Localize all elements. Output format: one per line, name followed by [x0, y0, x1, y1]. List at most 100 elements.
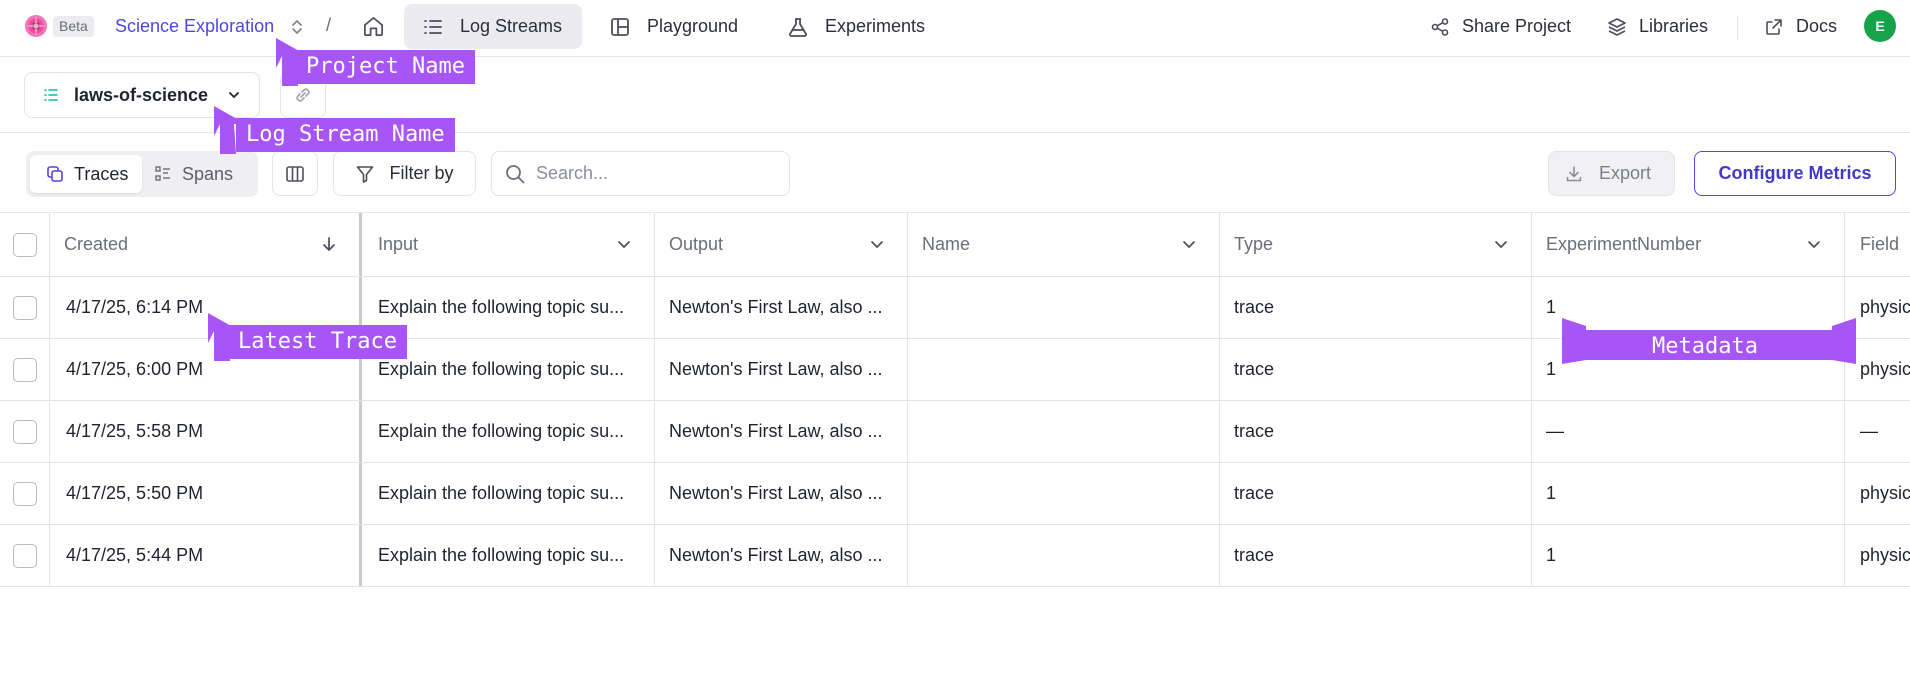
beta-badge: Beta: [53, 16, 94, 37]
cell-name: [908, 277, 1220, 338]
log-stream-name-annotation: Log Stream Name: [236, 118, 455, 152]
avatar[interactable]: E: [1864, 10, 1896, 42]
cell-type: trace: [1220, 525, 1532, 586]
cell-output: Newton's First Law, also ...: [655, 525, 908, 586]
column-header-label: ExperimentNumber: [1546, 234, 1702, 254]
project-name-annotation: Project Name: [296, 50, 475, 84]
chevron-up-down-icon[interactable]: [291, 17, 303, 37]
row-checkbox[interactable]: [12, 481, 37, 506]
tab-experiments-label: Experiments: [825, 16, 926, 36]
cell-created: 4/17/25, 5:50 PM: [50, 463, 362, 524]
cell-experiment-number: 1: [1532, 463, 1845, 524]
cell-input: Explain the following topic su...: [362, 401, 655, 462]
search-icon: [506, 164, 525, 183]
filter-label: Filter by: [389, 163, 454, 183]
filter-button[interactable]: Filter by: [333, 151, 476, 196]
breadcrumb-separator: /: [326, 15, 332, 35]
column-header-field[interactable]: Field: [1845, 213, 1910, 276]
row-select-cell: [0, 463, 50, 524]
layout-icon: [611, 17, 629, 36]
cell-type: trace: [1220, 401, 1532, 462]
chevron-down-icon: [229, 92, 239, 99]
external-link-icon: [1766, 18, 1782, 35]
cell-output: Newton's First Law, also ...: [655, 401, 908, 462]
column-header-label: Name: [922, 234, 971, 254]
traces-table: Created Input Output Name Type Experimen…: [0, 213, 1910, 587]
cell-type: trace: [1220, 463, 1532, 524]
home-icon[interactable]: [362, 15, 385, 38]
column-header-experiment-number[interactable]: ExperimentNumber: [1532, 213, 1845, 276]
column-header-input[interactable]: Input: [362, 213, 655, 276]
search-input[interactable]: [536, 163, 766, 184]
chevron-down-icon[interactable]: [869, 236, 885, 252]
share-project-label: Share Project: [1462, 16, 1572, 36]
tab-log-streams-label: Log Streams: [460, 16, 563, 36]
column-header-name[interactable]: Name: [908, 213, 1220, 276]
spans-tab[interactable]: Spans: [138, 155, 247, 193]
table-row[interactable]: 4/17/25, 5:44 PM Explain the following t…: [0, 525, 1910, 587]
column-header-type[interactable]: Type: [1220, 213, 1532, 276]
flask-icon: [789, 17, 807, 37]
row-select-cell: [0, 401, 50, 462]
view-toggle: Traces Spans: [26, 151, 258, 197]
export-button[interactable]: Export: [1548, 151, 1675, 196]
select-all-cell: [0, 213, 50, 276]
column-header-label: Output: [669, 234, 724, 254]
link-icon: [296, 88, 310, 102]
row-checkbox[interactable]: [12, 419, 37, 444]
column-header-label: Field: [1860, 234, 1900, 254]
cell-name: [908, 463, 1220, 524]
cell-experiment-number: —: [1532, 401, 1845, 462]
row-checkbox[interactable]: [12, 543, 37, 568]
table-row[interactable]: 4/17/25, 5:58 PM Explain the following t…: [0, 401, 1910, 463]
tab-playground-label: Playground: [647, 16, 739, 36]
traces-tab[interactable]: Traces: [30, 155, 143, 193]
row-checkbox[interactable]: [12, 357, 37, 382]
list-icon: [424, 19, 442, 34]
chevron-down-icon[interactable]: [1181, 236, 1197, 252]
search-box: [491, 151, 790, 196]
latest-trace-annotation: Latest Trace: [228, 325, 407, 359]
row-select-cell: [0, 525, 50, 586]
column-header-output[interactable]: Output: [655, 213, 908, 276]
configure-metrics-button[interactable]: Configure Metrics: [1694, 151, 1896, 196]
chevron-down-icon[interactable]: [616, 236, 632, 252]
libraries-label: Libraries: [1639, 16, 1709, 36]
cell-created: 4/17/25, 5:58 PM: [50, 401, 362, 462]
cell-created: 4/17/25, 5:44 PM: [50, 525, 362, 586]
log-stream-name: laws-of-science: [74, 84, 209, 105]
cell-field: —: [1860, 421, 1878, 441]
project-name[interactable]: Science Exploration: [115, 16, 274, 37]
row-select-cell: [0, 277, 50, 338]
select-all-checkbox[interactable]: [12, 232, 37, 257]
cell-field: physic: [1860, 483, 1910, 503]
tab-experiments[interactable]: Experiments: [769, 4, 945, 49]
row-checkbox[interactable]: [12, 295, 37, 320]
cell-output: Newton's First Law, also ...: [655, 339, 908, 400]
column-header-created[interactable]: Created: [50, 213, 362, 276]
logo-icon[interactable]: [24, 14, 48, 38]
columns-button[interactable]: [272, 151, 318, 196]
column-header-label: Created: [64, 234, 129, 254]
spans-label: Spans: [182, 163, 234, 184]
table-row[interactable]: 4/17/25, 5:50 PM Explain the following t…: [0, 463, 1910, 525]
row-select-cell: [0, 339, 50, 400]
tab-playground[interactable]: Playground: [591, 4, 758, 49]
cell-field: physic: [1860, 545, 1910, 565]
layers-icon: [1608, 17, 1626, 36]
libraries-button[interactable]: Libraries: [1607, 16, 1708, 37]
docs-label: Docs: [1796, 16, 1838, 36]
cell-name: [908, 339, 1220, 400]
cell-output: Newton's First Law, also ...: [655, 277, 908, 338]
metadata-annotation: Metadata: [1652, 334, 1758, 359]
share-icon: [1431, 17, 1449, 36]
chevron-down-icon[interactable]: [1806, 236, 1822, 252]
chevron-down-icon[interactable]: [1493, 236, 1509, 252]
cell-type: trace: [1220, 339, 1532, 400]
arrow-down-icon[interactable]: [321, 236, 337, 252]
cell-type: trace: [1220, 277, 1532, 338]
share-project-button[interactable]: Share Project: [1430, 16, 1571, 37]
tab-log-streams[interactable]: Log Streams: [404, 4, 583, 49]
docs-link[interactable]: Docs: [1764, 16, 1837, 37]
columns-icon: [286, 165, 304, 182]
